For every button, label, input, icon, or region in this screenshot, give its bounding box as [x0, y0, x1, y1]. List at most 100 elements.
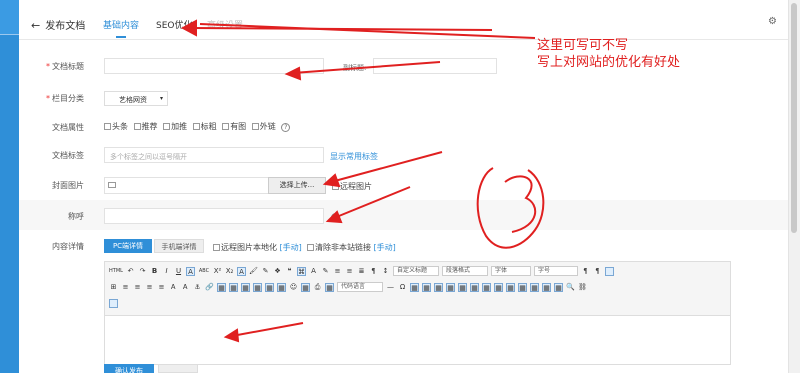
help-icon[interactable]: ? [331, 213, 340, 222]
code-language-select[interactable]: 代码语言 [337, 282, 383, 292]
auto-format-icon[interactable]: ❖ [273, 267, 282, 276]
attr-checkbox[interactable]: 加推 [163, 122, 187, 131]
category-label: * 栏目分类 [46, 94, 84, 103]
delete-col-icon[interactable]: ▦ [470, 282, 479, 292]
delete-row-icon[interactable]: ▦ [458, 282, 467, 292]
clear-external-links-option[interactable]: 清除非本站链接 [手动] [307, 242, 396, 253]
delete-table-icon[interactable]: ▦ [422, 282, 431, 292]
font-border-icon[interactable]: A [186, 266, 195, 276]
merge-down-icon[interactable]: ▦ [506, 282, 515, 292]
direction-ltr-icon[interactable]: ¶ [581, 267, 590, 276]
eraser-icon[interactable]: ✎ [261, 267, 270, 276]
font-color-icon[interactable]: A [309, 267, 318, 276]
horizontal-rule-icon[interactable]: — [386, 283, 395, 292]
manual-link[interactable]: [手动] [374, 243, 396, 252]
redo-icon[interactable]: ↷ [138, 267, 147, 276]
attachment-icon[interactable]: ⎙ [313, 283, 322, 292]
upload-button[interactable]: 选择上传... [268, 177, 326, 194]
drafts-icon[interactable] [109, 298, 118, 308]
link-icon[interactable]: 🔗 [205, 283, 214, 292]
attr-checkbox[interactable]: 头条 [104, 122, 128, 131]
secondary-button[interactable] [158, 364, 198, 373]
split-cells-icon[interactable]: ▦ [518, 282, 527, 292]
video-icon[interactable]: ▦ [301, 282, 310, 292]
tab-pc-detail[interactable]: PC端详情 [104, 239, 152, 253]
insert-image-icon[interactable]: ▦ [265, 282, 274, 292]
unlink-icon[interactable]: ⛓ [578, 283, 587, 292]
help-icon[interactable]: ? [281, 123, 291, 132]
multi-image-icon[interactable]: ▦ [277, 282, 286, 292]
fullscreen-icon[interactable] [605, 266, 614, 276]
align-center-icon[interactable]: ≡ [133, 283, 142, 292]
align-left-icon[interactable]: ≡ [121, 283, 130, 292]
bold-icon[interactable]: B [150, 267, 159, 276]
split-rows-icon[interactable]: ▦ [530, 282, 539, 292]
anchor-icon[interactable]: ⚓ [193, 283, 202, 292]
nickname-input[interactable] [104, 208, 324, 224]
merge-cells-icon[interactable]: ▦ [482, 282, 491, 292]
tab-seo[interactable]: SEO优化 [156, 18, 192, 31]
line-height-icon[interactable]: ↕ [381, 267, 390, 276]
align-right-icon[interactable]: ≡ [145, 283, 154, 292]
manual-link[interactable]: [手动] [280, 243, 302, 252]
emoji-icon[interactable]: ☺ [289, 283, 298, 292]
lowercase-icon[interactable]: Ꭺ [181, 283, 190, 292]
custom-title-select[interactable]: 自定义标题 [393, 266, 439, 276]
image-float-none-icon[interactable]: ▦ [217, 282, 226, 292]
indent-icon[interactable]: ⊞ [109, 283, 118, 292]
subtitle-input[interactable] [373, 58, 497, 74]
superscript-icon[interactable]: X² [213, 267, 222, 276]
gear-icon[interactable]: ⚙ [768, 16, 777, 27]
tab-mobile-detail[interactable]: 手机端详情 [154, 239, 204, 253]
unordered-list-icon[interactable]: ≡ [345, 267, 354, 276]
ordered-list-icon[interactable]: ≡ [333, 267, 342, 276]
brush-icon[interactable]: 🖌 [249, 267, 258, 276]
highlight-icon[interactable]: ✎ [321, 267, 330, 276]
row-spacing-icon[interactable]: ≣ [357, 267, 366, 276]
undo-icon[interactable]: ↶ [126, 267, 135, 276]
attr-checkbox[interactable]: 标粗 [192, 122, 217, 131]
blockquote-icon[interactable]: ❝ [285, 267, 294, 276]
image-center-icon[interactable]: ▦ [253, 282, 262, 292]
insert-table-icon[interactable]: ▦ [410, 282, 419, 292]
subscript-icon[interactable]: X₂ [225, 267, 234, 276]
direction-rtl-icon[interactable]: ¶ [593, 267, 602, 276]
back-button[interactable]: ← 发布文档 [31, 17, 85, 32]
strikethrough-icon[interactable]: ABC [198, 267, 210, 276]
underline-icon[interactable]: U [174, 267, 183, 276]
insert-row-icon[interactable]: ▦ [434, 282, 443, 292]
image-float-left-icon[interactable]: ▦ [229, 282, 238, 292]
cover-input[interactable] [104, 177, 270, 194]
uppercase-icon[interactable]: Ꭺ [169, 283, 178, 292]
map-icon[interactable]: ▦ [325, 282, 334, 292]
align-justify-icon[interactable]: ≡ [157, 283, 166, 292]
italic-icon[interactable]: I [162, 267, 171, 276]
attr-checkbox[interactable]: 有图 [222, 122, 246, 131]
remote-image-checkbox[interactable]: 远程图片 [332, 181, 372, 192]
paragraph-format-select[interactable]: 段落格式 [442, 266, 488, 276]
print-icon[interactable]: ▦ [554, 282, 563, 292]
html-source-icon[interactable]: HTML [109, 267, 123, 276]
submit-button[interactable]: 确认发布 [104, 364, 154, 373]
title-input[interactable] [104, 58, 324, 74]
special-char-icon[interactable]: Ω [398, 283, 407, 292]
font-family-select[interactable]: 字体 [491, 266, 531, 276]
search-icon[interactable]: 🔍 [566, 283, 575, 292]
show-common-tags-link[interactable]: 显示常用标签 [330, 151, 378, 162]
tab-advanced[interactable]: 高级设置 [207, 18, 243, 31]
attr-checkbox[interactable]: 外链 [251, 122, 276, 131]
split-cols-icon[interactable]: ▦ [542, 282, 551, 292]
image-float-right-icon[interactable]: ▦ [241, 282, 250, 292]
paragraph-icon[interactable]: ¶ [369, 267, 378, 276]
scrollbar-thumb[interactable] [791, 3, 797, 233]
format-match-icon[interactable]: A [237, 266, 246, 276]
localize-remote-images-option[interactable]: 远程图片本地化 [手动] [213, 242, 302, 253]
merge-right-icon[interactable]: ▦ [494, 282, 503, 292]
attr-checkbox[interactable]: 推荐 [133, 122, 158, 131]
font-size-select[interactable]: 字号 [534, 266, 578, 276]
insert-col-icon[interactable]: ▦ [446, 282, 455, 292]
category-select[interactable]: 艺格网资 ▾ [104, 91, 168, 106]
pasteplain-icon[interactable]: ⌘ [297, 266, 306, 276]
rich-text-editor[interactable]: HTML ↶ ↷ B I U A ABC X² X₂ A 🖌 ✎ ❖ ❝ ⌘ A… [104, 261, 731, 365]
tab-basic[interactable]: 基础内容 [103, 18, 139, 31]
